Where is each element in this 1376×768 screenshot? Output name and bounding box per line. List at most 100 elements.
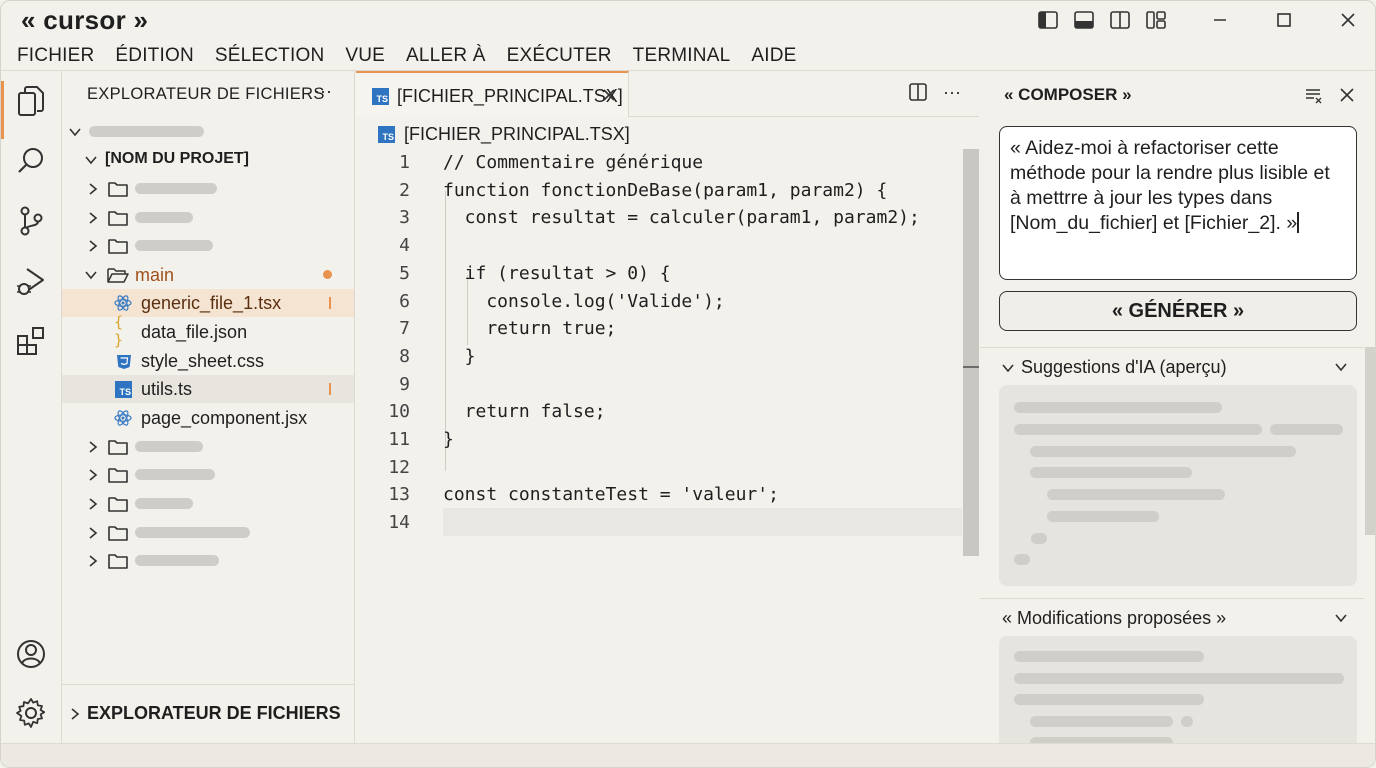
line-number: 5 xyxy=(399,263,410,284)
search-icon[interactable] xyxy=(14,144,48,178)
tree-folder-row[interactable] xyxy=(62,547,354,575)
generate-button[interactable]: « GÉNÉRER » xyxy=(999,291,1357,331)
tree-folder-row[interactable] xyxy=(62,175,354,203)
explorer-files-icon[interactable] xyxy=(14,84,48,118)
tree-folder-row[interactable] xyxy=(62,490,354,518)
composer-panel: « COMPOSER » « Aidez-moi à refactoriser … xyxy=(980,71,1375,756)
chevron-down-icon[interactable] xyxy=(1334,360,1348,374)
placeholder-bar xyxy=(135,183,217,194)
tree-folder-row[interactable] xyxy=(62,232,354,260)
explorer-more-actions[interactable]: ··· xyxy=(314,81,332,102)
modifications-preview-card xyxy=(999,636,1357,756)
file-row-page-component[interactable]: page_component.jsx xyxy=(62,404,354,432)
file-row-generic-file-1[interactable]: generic_file_1.tsx xyxy=(62,289,354,317)
extensions-icon[interactable] xyxy=(14,324,48,358)
chevron-right-icon xyxy=(71,708,80,720)
menu-aide[interactable]: AIDE xyxy=(751,45,796,67)
code-line: if (resultat > 0) { xyxy=(443,263,671,284)
menu-edition[interactable]: ÉDITION xyxy=(115,45,193,67)
customize-layout-icon[interactable] xyxy=(1145,9,1167,31)
close-icon[interactable] xyxy=(602,88,616,102)
toggle-panel-icon[interactable] xyxy=(1073,9,1095,31)
code-editor: TS [FICHIER_PRINCIPAL.TSX] ··· TS [FICHI… xyxy=(356,71,979,743)
placeholder-bar xyxy=(135,469,215,480)
chevron-down-icon[interactable] xyxy=(1334,611,1348,625)
split-editor-icon[interactable] xyxy=(909,83,927,101)
file-row-utils[interactable]: TS utils.ts xyxy=(62,375,354,403)
menu-vue[interactable]: VUE xyxy=(345,45,385,67)
tree-project-row[interactable]: [NOM DU PROJET] xyxy=(62,146,354,174)
editor-more-actions[interactable]: ··· xyxy=(943,83,961,101)
prompt-input[interactable]: « Aidez-moi à refactoriser cette méthode… xyxy=(999,126,1357,280)
placeholder-bar xyxy=(135,555,219,566)
explorer-footer-label: EXPLORATEUR DE FICHIERS xyxy=(87,703,341,723)
settings-gear-icon[interactable] xyxy=(14,696,48,730)
menu-executer[interactable]: EXÉCUTER xyxy=(507,45,612,67)
window-controls xyxy=(1037,9,1359,31)
app-window: « cursor » FICHIER ÉDITION SÉLECTION VUE… xyxy=(0,0,1376,768)
tree-folder-row[interactable] xyxy=(62,204,354,232)
minimize-icon[interactable] xyxy=(1209,9,1231,31)
menu-fichier[interactable]: FICHIER xyxy=(17,45,94,67)
clear-list-icon[interactable] xyxy=(1304,85,1324,105)
activity-bar xyxy=(1,71,62,743)
toggle-primary-sidebar-icon[interactable] xyxy=(1037,9,1059,31)
file-row-data-file[interactable]: { } data_file.json xyxy=(62,313,354,349)
code-line: const constanteTest = 'valeur'; xyxy=(443,484,779,505)
chevron-down-icon xyxy=(85,156,97,165)
menu-terminal[interactable]: TERMINAL xyxy=(633,45,731,67)
code-line: return false; xyxy=(443,401,606,422)
modified-marker xyxy=(329,297,331,309)
placeholder-bar xyxy=(135,212,193,223)
tab-main-file[interactable]: TS [FICHIER_PRINCIPAL.TSX] xyxy=(356,71,629,117)
explorer-footer-section[interactable]: EXPLORATEUR DE FICHIERS xyxy=(62,684,354,743)
code-area[interactable]: 1 // Commentaire générique 2 function fonct… xyxy=(356,149,962,709)
tree-folder-row[interactable] xyxy=(62,461,354,489)
code-line: const resultat = calculer(param1, param2… xyxy=(443,207,920,228)
modifications-section-header[interactable]: « Modifications proposées » xyxy=(980,598,1364,636)
chevron-down-icon xyxy=(1002,364,1014,373)
placeholder-bar xyxy=(135,527,250,538)
folder-open-icon xyxy=(107,268,129,283)
tree-root-row[interactable] xyxy=(62,118,354,146)
source-control-icon[interactable] xyxy=(14,204,48,238)
tree-folder-main[interactable]: main xyxy=(62,261,354,289)
account-icon[interactable] xyxy=(14,637,48,671)
placeholder-bar xyxy=(1181,716,1193,727)
file-label: style_sheet.css xyxy=(141,351,265,371)
project-name: [NOM DU PROJET] xyxy=(105,150,249,167)
placeholder-bar xyxy=(1047,511,1159,522)
composer-scrollbar[interactable] xyxy=(1365,347,1375,535)
close-window-icon[interactable] xyxy=(1337,9,1359,31)
editor-scrollbar[interactable] xyxy=(963,149,979,556)
folder-icon xyxy=(108,497,128,512)
menu-aller-a[interactable]: ALLER À xyxy=(406,45,486,67)
close-icon[interactable] xyxy=(1337,85,1357,105)
code-line: console.log('Valide'); xyxy=(443,291,725,312)
placeholder-bar xyxy=(1270,424,1343,435)
tree-folder-row[interactable] xyxy=(62,433,354,461)
chevron-down-icon xyxy=(69,128,81,137)
placeholder-bar xyxy=(135,441,203,452)
chevron-right-icon xyxy=(89,441,98,453)
chevron-right-icon xyxy=(89,469,98,481)
tree-folder-row[interactable] xyxy=(62,519,354,547)
folder-icon xyxy=(108,440,128,455)
chevron-right-icon xyxy=(89,527,98,539)
run-debug-icon[interactable] xyxy=(14,264,48,298)
menu-selection[interactable]: SÉLECTION xyxy=(215,45,325,67)
typescript-icon: TS xyxy=(372,88,389,105)
placeholder-bar xyxy=(1030,467,1192,478)
line-number: 4 xyxy=(399,235,410,256)
suggestions-section-header[interactable]: Suggestions d'IA (aperçu) xyxy=(980,347,1364,385)
code-line: function fonctionDeBase(param1, param2) … xyxy=(443,180,888,201)
title-bar: « cursor » xyxy=(1,1,1375,41)
toggle-secondary-sidebar-icon[interactable] xyxy=(1109,9,1131,31)
placeholder-bar xyxy=(1030,716,1173,727)
line-number: 14 xyxy=(388,512,410,533)
chevron-right-icon xyxy=(89,555,98,567)
maximize-icon[interactable] xyxy=(1273,9,1295,31)
placeholder-bar xyxy=(135,240,213,251)
editor-tab-bar: TS [FICHIER_PRINCIPAL.TSX] ··· xyxy=(356,71,979,117)
file-row-style-sheet[interactable]: style_sheet.css xyxy=(62,347,354,375)
